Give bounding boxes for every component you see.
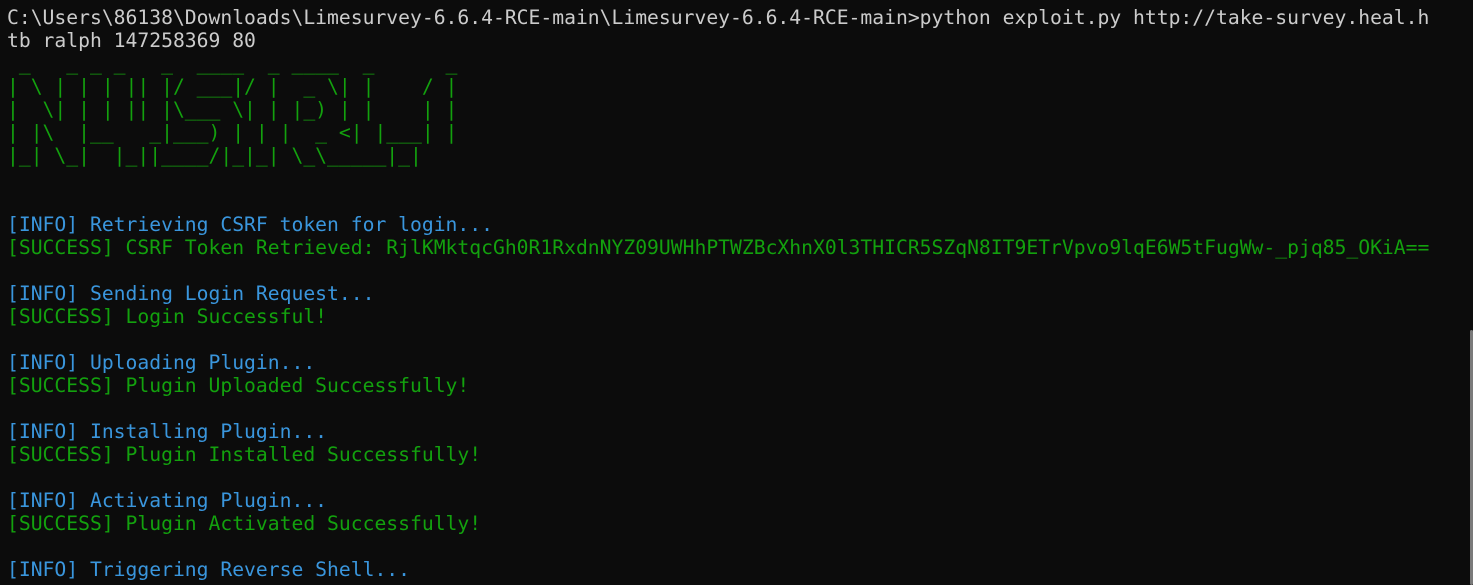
log-blank-line xyxy=(7,328,1473,351)
log-line-info: [INFO] Sending Login Request... xyxy=(7,282,375,305)
command-line-1: C:\Users\86138\Downloads\Limesurvey-6.6.… xyxy=(7,6,1430,29)
log-line-info: [INFO] Activating Plugin... xyxy=(7,489,328,512)
scrollbar[interactable] xyxy=(1469,0,1473,585)
banner-line: | |\ |__ _|___) | | | _ <| |___| | xyxy=(7,121,458,144)
command-line-2: tb ralph 147258369 80 xyxy=(7,29,256,52)
log-line-success: [SUCCESS] Login Successful! xyxy=(7,305,328,328)
log-line-success: [SUCCESS] Plugin Installed Successfully! xyxy=(7,443,482,466)
log-line-success: [SUCCESS] CSRF Token Retrieved: RjlKMktq… xyxy=(7,236,1430,259)
banner-line: |_| \_| |_||____/|_|_| \_\_____|_| xyxy=(7,144,422,167)
log-blank-line xyxy=(7,397,1473,420)
log-line-success: [SUCCESS] Plugin Activated Successfully! xyxy=(7,512,482,535)
log-blank-line xyxy=(7,535,1473,558)
banner-line: | \ | | | || |/ ___|/ | _ \| | / | xyxy=(7,75,458,98)
log-blank-line xyxy=(7,466,1473,489)
log-line-info: [INFO] Retrieving CSRF token for login..… xyxy=(7,213,493,236)
banner-line: | \| | | || |\___ \| | |_) | | | | xyxy=(7,98,458,121)
log-line-success: [SUCCESS] Plugin Uploaded Successfully! xyxy=(7,374,470,397)
log-blank-line xyxy=(7,259,1473,282)
log-line-info: [INFO] Triggering Reverse Shell... xyxy=(7,558,410,581)
log-output: [INFO] Retrieving CSRF token for login..… xyxy=(7,213,1473,581)
banner-line: _ _ _ _ _ ____ _ ____ _ _ xyxy=(7,52,470,75)
log-line-info: [INFO] Installing Plugin... xyxy=(7,420,328,443)
terminal-window[interactable]: C:\Users\86138\Downloads\Limesurvey-6.6.… xyxy=(0,0,1473,585)
log-line-info: [INFO] Uploading Plugin... xyxy=(7,351,316,374)
ascii-banner: _ _ _ _ _ ____ _ ____ _ _ | \ | | | || |… xyxy=(7,52,1473,167)
